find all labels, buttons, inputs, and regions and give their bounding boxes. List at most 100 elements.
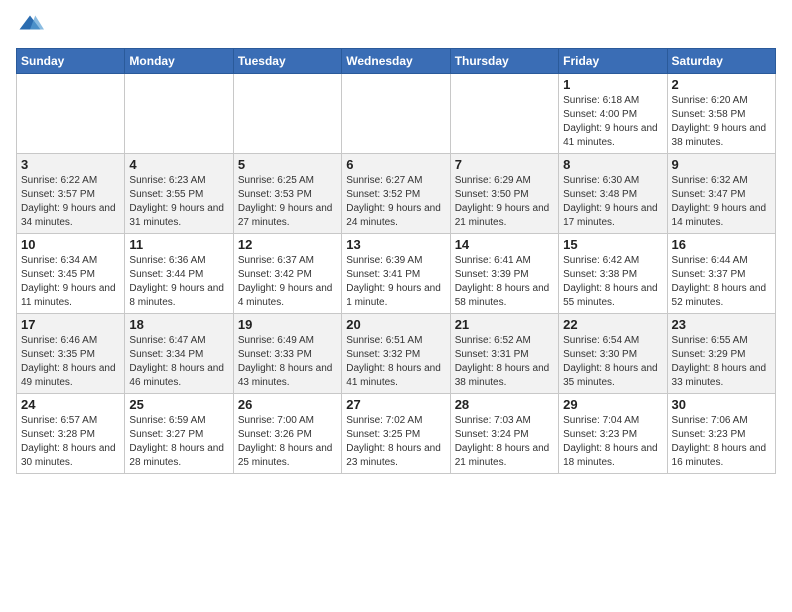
day-number: 2 [672, 77, 771, 92]
day-info: Sunrise: 6:25 AM Sunset: 3:53 PM Dayligh… [238, 174, 337, 230]
logo-icon [16, 12, 44, 40]
day-info: Sunrise: 6:29 AM Sunset: 3:50 PM Dayligh… [455, 174, 554, 230]
header [16, 12, 776, 40]
day-cell: 5 Sunrise: 6:25 AM Sunset: 3:53 PM Daylig… [233, 154, 341, 234]
header-cell-saturday: Saturday [667, 49, 775, 74]
day-info: Sunrise: 6:18 AM Sunset: 4:00 PM Dayligh… [563, 94, 662, 150]
week-row-4: 17 Sunrise: 6:46 AM Sunset: 3:35 PM Dayli… [17, 314, 776, 394]
day-cell: 10 Sunrise: 6:34 AM Sunset: 3:45 PM Dayli… [17, 234, 125, 314]
day-cell: 25 Sunrise: 6:59 AM Sunset: 3:27 PM Dayli… [125, 394, 233, 474]
day-number: 30 [672, 397, 771, 412]
day-cell: 13Sunrise: 6:39 AM Sunset: 3:41 PM Dayli… [342, 234, 450, 314]
day-info: Sunrise: 6:23 AM Sunset: 3:55 PM Dayligh… [129, 174, 228, 230]
day-info: Sunrise: 6:41 AM Sunset: 3:39 PM Dayligh… [455, 254, 554, 310]
header-cell-monday: Monday [125, 49, 233, 74]
header-cell-sunday: Sunday [17, 49, 125, 74]
day-cell: 2 Sunrise: 6:20 AM Sunset: 3:58 PM Daylig… [667, 74, 775, 154]
day-number: 22 [563, 317, 662, 332]
day-number: 9 [672, 157, 771, 172]
day-info: Sunrise: 6:51 AM Sunset: 3:32 PM Dayligh… [346, 334, 445, 390]
day-number: 24 [21, 397, 120, 412]
day-number: 14 [455, 237, 554, 252]
day-number: 20 [346, 317, 445, 332]
day-number: 8 [563, 157, 662, 172]
day-info: Sunrise: 6:59 AM Sunset: 3:27 PM Dayligh… [129, 414, 228, 470]
header-cell-tuesday: Tuesday [233, 49, 341, 74]
day-cell: 12 Sunrise: 6:37 AM Sunset: 3:42 PM Dayli… [233, 234, 341, 314]
day-info: Sunrise: 6:42 AM Sunset: 3:38 PM Dayligh… [563, 254, 662, 310]
day-number: 28 [455, 397, 554, 412]
day-info: Sunrise: 6:27 AM Sunset: 3:52 PM Dayligh… [346, 174, 445, 230]
day-cell [342, 74, 450, 154]
day-info: Sunrise: 6:49 AM Sunset: 3:33 PM Dayligh… [238, 334, 337, 390]
day-cell [125, 74, 233, 154]
day-info: Sunrise: 6:55 AM Sunset: 3:29 PM Dayligh… [672, 334, 771, 390]
day-number: 21 [455, 317, 554, 332]
day-cell: 16 Sunrise: 6:44 AM Sunset: 3:37 PM Dayli… [667, 234, 775, 314]
day-cell: 8 Sunrise: 6:30 AM Sunset: 3:48 PM Daylig… [559, 154, 667, 234]
day-cell: 23 Sunrise: 6:55 AM Sunset: 3:29 PM Dayli… [667, 314, 775, 394]
day-info: Sunrise: 6:32 AM Sunset: 3:47 PM Dayligh… [672, 174, 771, 230]
day-cell: 21 Sunrise: 6:52 AM Sunset: 3:31 PM Dayli… [450, 314, 558, 394]
header-cell-friday: Friday [559, 49, 667, 74]
day-info: Sunrise: 6:20 AM Sunset: 3:58 PM Dayligh… [672, 94, 771, 150]
day-info: Sunrise: 6:57 AM Sunset: 3:28 PM Dayligh… [21, 414, 120, 470]
day-info: Sunrise: 6:37 AM Sunset: 3:42 PM Dayligh… [238, 254, 337, 310]
day-number: 25 [129, 397, 228, 412]
day-info: Sunrise: 6:46 AM Sunset: 3:35 PM Dayligh… [21, 334, 120, 390]
day-info: Sunrise: 7:04 AM Sunset: 3:23 PM Dayligh… [563, 414, 662, 470]
day-number: 10 [21, 237, 120, 252]
header-cell-wednesday: Wednesday [342, 49, 450, 74]
day-cell: 20 Sunrise: 6:51 AM Sunset: 3:32 PM Dayli… [342, 314, 450, 394]
day-info: Sunrise: 6:36 AM Sunset: 3:44 PM Dayligh… [129, 254, 228, 310]
day-cell [17, 74, 125, 154]
day-info: Sunrise: 6:30 AM Sunset: 3:48 PM Dayligh… [563, 174, 662, 230]
day-number: 12 [238, 237, 337, 252]
day-cell: 15Sunrise: 6:42 AM Sunset: 3:38 PM Dayli… [559, 234, 667, 314]
day-cell: 11 Sunrise: 6:36 AM Sunset: 3:44 PM Dayli… [125, 234, 233, 314]
day-number: 18 [129, 317, 228, 332]
day-info: Sunrise: 6:54 AM Sunset: 3:30 PM Dayligh… [563, 334, 662, 390]
week-row-3: 10 Sunrise: 6:34 AM Sunset: 3:45 PM Dayli… [17, 234, 776, 314]
day-cell: 7Sunrise: 6:29 AM Sunset: 3:50 PM Daylig… [450, 154, 558, 234]
day-cell: 22 Sunrise: 6:54 AM Sunset: 3:30 PM Dayli… [559, 314, 667, 394]
week-row-1: 1 Sunrise: 6:18 AM Sunset: 4:00 PM Daylig… [17, 74, 776, 154]
week-row-5: 24 Sunrise: 6:57 AM Sunset: 3:28 PM Dayli… [17, 394, 776, 474]
day-cell: 9 Sunrise: 6:32 AM Sunset: 3:47 PM Daylig… [667, 154, 775, 234]
day-number: 27 [346, 397, 445, 412]
day-info: Sunrise: 6:52 AM Sunset: 3:31 PM Dayligh… [455, 334, 554, 390]
day-cell: 3Sunrise: 6:22 AM Sunset: 3:57 PM Daylig… [17, 154, 125, 234]
day-info: Sunrise: 7:00 AM Sunset: 3:26 PM Dayligh… [238, 414, 337, 470]
day-info: Sunrise: 6:39 AM Sunset: 3:41 PM Dayligh… [346, 254, 445, 310]
day-number: 23 [672, 317, 771, 332]
header-row: SundayMondayTuesdayWednesdayThursdayFrid… [17, 49, 776, 74]
day-info: Sunrise: 6:34 AM Sunset: 3:45 PM Dayligh… [21, 254, 120, 310]
logo [16, 12, 48, 40]
day-cell [450, 74, 558, 154]
header-cell-thursday: Thursday [450, 49, 558, 74]
day-cell: 17 Sunrise: 6:46 AM Sunset: 3:35 PM Dayli… [17, 314, 125, 394]
day-info: Sunrise: 6:47 AM Sunset: 3:34 PM Dayligh… [129, 334, 228, 390]
day-cell: 4 Sunrise: 6:23 AM Sunset: 3:55 PM Daylig… [125, 154, 233, 234]
calendar-page: SundayMondayTuesdayWednesdayThursdayFrid… [0, 0, 792, 612]
day-info: Sunrise: 7:06 AM Sunset: 3:23 PM Dayligh… [672, 414, 771, 470]
day-info: Sunrise: 6:22 AM Sunset: 3:57 PM Dayligh… [21, 174, 120, 230]
day-cell: 6Sunrise: 6:27 AM Sunset: 3:52 PM Daylig… [342, 154, 450, 234]
day-number: 11 [129, 237, 228, 252]
day-info: Sunrise: 6:44 AM Sunset: 3:37 PM Dayligh… [672, 254, 771, 310]
day-number: 26 [238, 397, 337, 412]
day-cell [233, 74, 341, 154]
day-cell: 27Sunrise: 7:02 AM Sunset: 3:25 PM Dayli… [342, 394, 450, 474]
day-number: 16 [672, 237, 771, 252]
day-number: 5 [238, 157, 337, 172]
day-cell: 26 Sunrise: 7:00 AM Sunset: 3:26 PM Dayli… [233, 394, 341, 474]
day-cell: 29Sunrise: 7:04 AM Sunset: 3:23 PM Dayli… [559, 394, 667, 474]
day-cell: 18 Sunrise: 6:47 AM Sunset: 3:34 PM Dayli… [125, 314, 233, 394]
calendar-header: SundayMondayTuesdayWednesdayThursdayFrid… [17, 49, 776, 74]
day-cell: 1 Sunrise: 6:18 AM Sunset: 4:00 PM Daylig… [559, 74, 667, 154]
day-number: 4 [129, 157, 228, 172]
calendar-body: 1 Sunrise: 6:18 AM Sunset: 4:00 PM Daylig… [17, 74, 776, 474]
day-number: 17 [21, 317, 120, 332]
day-number: 19 [238, 317, 337, 332]
day-number: 1 [563, 77, 662, 92]
